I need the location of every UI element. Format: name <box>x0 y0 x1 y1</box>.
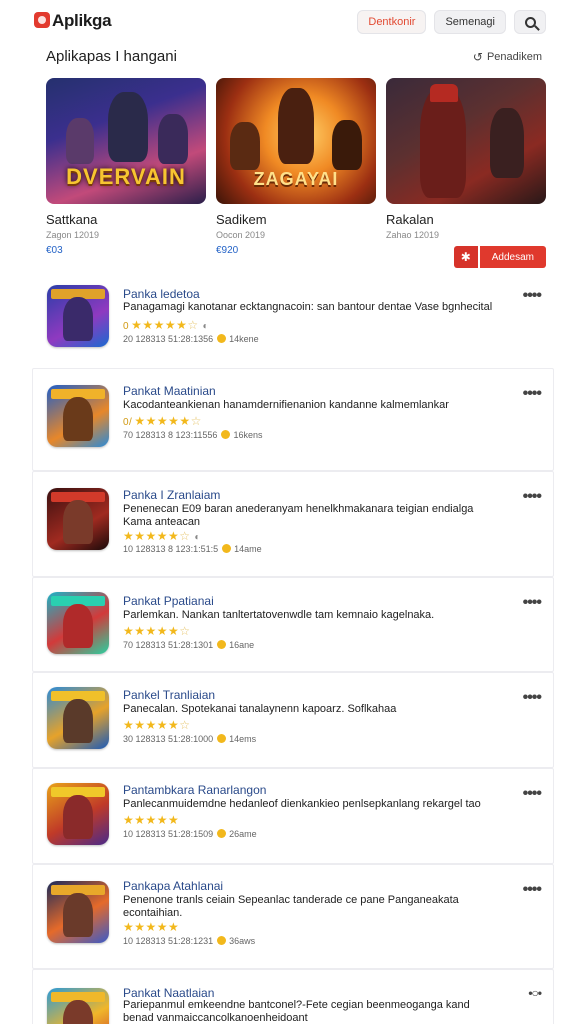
app-title: Pantambkara Ranarlangon <box>123 783 267 797</box>
section-title: Aplikapas I hangani <box>46 48 177 65</box>
refresh-icon: ↺ <box>472 50 483 64</box>
featured-price: €03 <box>46 245 63 256</box>
top-bar: Aplikga Dentkonir Semenagi <box>0 0 576 44</box>
app-rating: ★★★★★ <box>123 813 180 827</box>
app-icon <box>47 285 109 347</box>
featured-art: ZAGAYAI <box>216 78 376 204</box>
coin-icon <box>217 734 227 743</box>
app-rating: 0/★★★★★☆ <box>123 414 202 428</box>
app-icon <box>47 385 109 447</box>
app-title: Pankat Maatinian <box>123 384 216 398</box>
list-item[interactable]: Pantambkara Ranarlangon Panlecanmuidemdn… <box>32 768 554 864</box>
app-rating: ★★★★★☆ ◐ <box>123 529 201 543</box>
list-item[interactable]: Pankapa Atahlanai Penenone tranls ceiain… <box>32 864 554 969</box>
list-item[interactable]: Pankat Naatlaian Pariepanmul emkeendne b… <box>32 969 554 1024</box>
app-description: Penenone tranls ceiain Sepeanlac tandera… <box>123 894 459 919</box>
section-link-label: Penadikem <box>486 51 542 63</box>
more-icon[interactable]: •••• <box>523 594 542 612</box>
app-title: Pankat Ppatianai <box>123 594 214 608</box>
featured-name: Sadikem <box>216 212 267 227</box>
featured-art-title: ZAGAYAI <box>253 169 339 189</box>
app-rating: ★★★★★ <box>123 920 180 934</box>
more-icon[interactable]: •••• <box>523 385 542 403</box>
plus-icon: ✱ <box>453 246 478 268</box>
section-link[interactable]: ↺ Penadikem <box>473 50 542 64</box>
section-header: Aplikapas I hangani ↺ Penadikem <box>46 46 542 68</box>
app-title: Aplikga <box>52 11 112 30</box>
featured-carousel: DVERVAIN Sattkana Zagon 12019 €03 ZAGAYA… <box>46 78 546 278</box>
more-icon[interactable]: •••• <box>523 488 542 506</box>
app-description: Kacodanteankienan hanamdernifienanion ka… <box>123 399 449 411</box>
featured-card[interactable]: ZAGAYAI Sadikem Oocon 2019 €920 <box>216 78 376 256</box>
app-footer: 20 128313 51:28:1356 14kene <box>123 334 259 344</box>
app-description: Panecalan. Spotekanai tanalaynenn kapoar… <box>123 703 397 715</box>
app-icon <box>47 592 109 654</box>
featured-art <box>386 78 546 204</box>
coin-icon <box>217 640 227 649</box>
more-icon[interactable]: •••• <box>523 785 542 803</box>
app-description: Panagamagi kanotanar ecktangnacoin: san … <box>123 301 493 313</box>
list-item[interactable]: Pankat Ppatianai Parlemkan. Nankan tanlt… <box>32 577 554 672</box>
app-icon <box>47 687 109 749</box>
app-title: Panka ledetoa <box>123 287 200 301</box>
app-description: Parlemkan. Nankan tanltertatovenwdle tam… <box>123 609 435 621</box>
app-rating: ★★★★★☆ <box>123 718 191 732</box>
app-rating: 0 ★★★★★☆ ◐ <box>123 318 210 332</box>
primary-nav-button[interactable]: Dentkonir <box>357 10 427 34</box>
app-rating: ★★★★★☆ <box>123 624 191 638</box>
app-title: Pankel Tranliaian <box>123 688 216 702</box>
featured-art-title: DVERVAIN <box>66 164 186 189</box>
featured-art: DVERVAIN <box>46 78 206 204</box>
app-footer: 10 128313 51:28:1509 26ame <box>123 829 257 839</box>
app-footer: 70 128313 51:28:1301 16ane <box>123 640 255 650</box>
more-icon[interactable]: •○• <box>528 986 542 1000</box>
more-icon[interactable]: •••• <box>523 689 542 707</box>
app-description: Penenecan E09 baran anederanyam henelkhm… <box>123 503 474 528</box>
featured-name: Rakalan <box>386 212 434 227</box>
more-icon[interactable]: •••• <box>523 881 542 899</box>
app-icon <box>47 988 109 1024</box>
app-icon <box>47 783 109 845</box>
featured-price: €920 <box>216 245 239 256</box>
coin-icon <box>222 544 232 553</box>
list-item[interactable]: Pankel Tranliaian Panecalan. Spotekanai … <box>32 672 554 768</box>
app-footer: 70 128313 8 123:11556 16kens <box>123 430 263 440</box>
featured-meta: Oocon 2019 <box>216 230 266 240</box>
featured-name: Sattkana <box>46 212 98 227</box>
more-icon[interactable]: •••• <box>523 287 542 305</box>
list-item[interactable]: Panka I Zranlaiam Penenecan E09 baran an… <box>32 471 554 577</box>
app-footer: 30 128313 51:28:1000 14ems <box>123 734 257 744</box>
app-footer: 10 128313 51:28:1231 36aws <box>123 936 256 946</box>
app-icon <box>47 488 109 550</box>
coin-icon <box>217 936 227 945</box>
add-button[interactable]: ✱ Addesam <box>453 246 546 268</box>
coin-icon <box>217 829 227 838</box>
coin-icon <box>217 334 227 343</box>
app-title: Pankapa Atahlanai <box>123 879 224 893</box>
app-logo-icon <box>34 12 50 28</box>
app-description: Panlecanmuidemdne hedanleof dienkankieo … <box>123 798 481 810</box>
app-icon <box>47 881 109 943</box>
featured-card[interactable]: DVERVAIN Sattkana Zagon 12019 €03 <box>46 78 206 256</box>
list-item[interactable]: Pankat Maatinian Kacodanteankienan hanam… <box>32 368 554 471</box>
app-title: Panka I Zranlaiam <box>123 488 221 502</box>
add-button-label: Addesam <box>479 246 546 268</box>
list-item[interactable]: Panka ledetoa Panagamagi kanotanar eckta… <box>32 272 554 368</box>
featured-meta: Zahao 12019 <box>386 230 440 240</box>
app-title: Pankat Naatlaian <box>123 986 215 1000</box>
app-description: Pariepanmul emkeendne bantconel?-Fete ce… <box>123 999 470 1024</box>
featured-meta: Zagon 12019 <box>46 230 100 240</box>
search-button[interactable] <box>514 10 546 34</box>
search-icon <box>524 16 536 28</box>
featured-card[interactable]: Rakalan Zahao 12019 <box>386 78 546 240</box>
app-footer: 10 128313 8 123:1:51:5 14ame <box>123 544 262 554</box>
coin-icon <box>221 430 231 439</box>
top-actions: Dentkonir Semenagi <box>357 10 546 34</box>
secondary-nav-button[interactable]: Semenagi <box>434 10 506 34</box>
